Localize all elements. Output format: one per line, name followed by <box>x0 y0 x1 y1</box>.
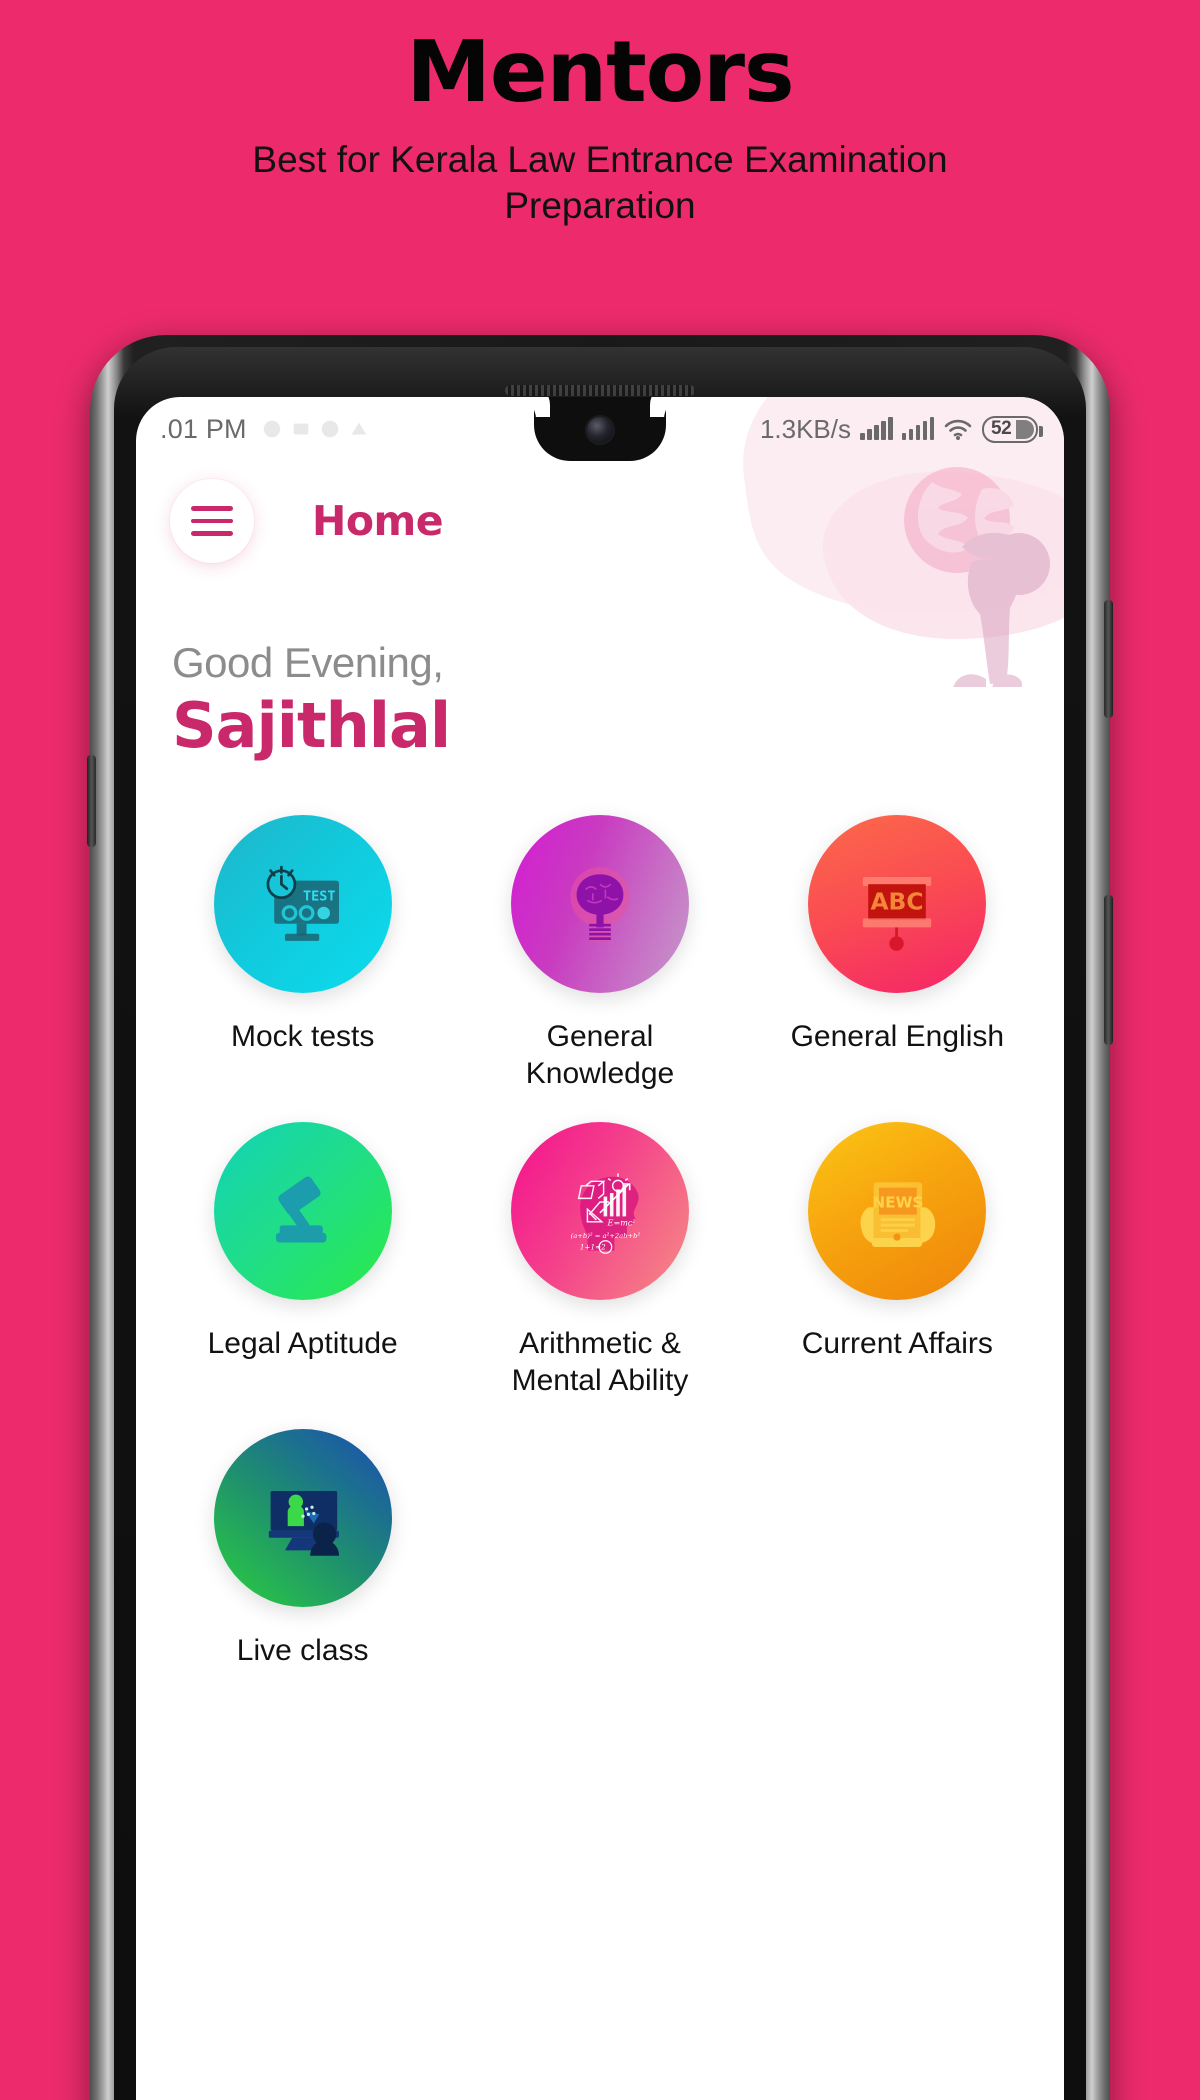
promo-title: Mentors <box>406 23 794 122</box>
menu-line <box>191 518 233 524</box>
menu-line <box>191 531 233 536</box>
grid-item-label: General English <box>790 1020 1005 1053</box>
power-button[interactable] <box>1104 600 1113 718</box>
hamburger-menu-icon[interactable] <box>170 479 254 563</box>
svg-text:NEWS: NEWS <box>873 1194 924 1212</box>
grid-item-label: Live class <box>236 1634 369 1668</box>
category-grid: TEST Mock tests General Knowledge ABC Ge… <box>136 815 1064 1670</box>
app-bar: Home <box>136 461 1064 581</box>
menu-line <box>191 506 233 511</box>
status-time: .01 PM <box>160 413 247 444</box>
abc-board-icon: ABC <box>863 877 932 951</box>
brain-lightbulb-icon <box>570 867 630 942</box>
phone-screen: .01 PM 1.3KB/s 52 Home Good Evening, Saj… <box>136 397 1064 2100</box>
notification-icon <box>321 420 338 438</box>
grid-item-arithmetic-mental-ability[interactable]: E=mc² (a+b)² = a²+2ab+b² 1+1=2 Arithmeti… <box>451 1122 748 1399</box>
sim-tray <box>87 755 96 847</box>
head-math-icon: E=mc² (a+b)² = a²+2ab+b² 1+1=2 <box>571 1173 641 1255</box>
live-class-circle <box>213 1429 392 1608</box>
grid-item-general-knowledge[interactable]: General Knowledge <box>451 815 748 1092</box>
grid-item-label: General Knowledge <box>525 1020 675 1090</box>
notification-icon <box>263 420 280 438</box>
battery-fill <box>1016 419 1034 439</box>
legal-aptitude-circle <box>213 1122 392 1301</box>
wifi-icon <box>944 419 972 440</box>
front-camera-icon <box>587 417 613 443</box>
promo-subtitle: Best for Kerala Law Entrance Examination… <box>252 139 948 226</box>
status-notification-icons <box>261 418 370 440</box>
grid-item-mock-tests[interactable]: TEST Mock tests <box>154 815 451 1092</box>
phone-mockup: .01 PM 1.3KB/s 52 Home Good Evening, Saj… <box>87 335 1113 2100</box>
live-class-monitor-icon <box>268 1491 339 1557</box>
svg-text:E=mc²: E=mc² <box>607 1218 636 1228</box>
notification-icon <box>351 422 367 435</box>
arithmetic-circle: E=mc² (a+b)² = a²+2ab+b² 1+1=2 <box>510 1122 689 1301</box>
greeting-username: Sajithlal <box>172 689 451 762</box>
battery-level-label: 52 <box>991 418 1012 439</box>
earpiece-speaker-icon <box>505 385 695 396</box>
general-knowledge-circle <box>510 815 689 993</box>
grid-item-general-english[interactable]: ABC General English <box>749 815 1046 1092</box>
battery-icon: 52 <box>982 415 1043 443</box>
svg-text:(a+b)² = a²+2ab+b²: (a+b)² = a²+2ab+b² <box>571 1232 641 1240</box>
grid-item-label: Arithmetic & Mental Ability <box>511 1327 689 1397</box>
greeting-block: Good Evening, Sajithlal <box>172 639 451 762</box>
grid-item-label: Mock tests <box>230 1020 375 1053</box>
volume-button[interactable] <box>1104 895 1113 1045</box>
promo-page: Mentors Best for Kerala Law Entrance Exa… <box>0 0 1200 2100</box>
grid-item-current-affairs[interactable]: NEWS Current Affairs <box>749 1122 1046 1399</box>
signal-bars-icon <box>860 417 893 440</box>
monitor-test-timer-icon: TEST <box>266 865 339 941</box>
grid-item-legal-aptitude[interactable]: Legal Aptitude <box>154 1122 451 1399</box>
general-english-circle: ABC <box>808 815 987 993</box>
svg-text:ABC: ABC <box>871 887 924 915</box>
grid-item-label: Current Affairs <box>801 1327 993 1361</box>
grid-item-label: Legal Aptitude <box>207 1327 398 1361</box>
status-right-cluster: 1.3KB/s 52 <box>759 413 1043 445</box>
current-affairs-circle: NEWS <box>808 1122 987 1301</box>
greeting-salutation: Good Evening, <box>172 639 444 686</box>
notification-icon <box>293 423 309 435</box>
mock-tests-circle: TEST <box>213 815 392 993</box>
signal-bars-icon-2 <box>901 417 934 440</box>
gavel-icon <box>275 1176 327 1243</box>
grid-item-live-class[interactable]: Live class <box>154 1429 451 1670</box>
svg-text:TEST: TEST <box>303 888 336 904</box>
news-hands-icon: NEWS <box>860 1182 936 1248</box>
network-speed-label: 1.3KB/s <box>759 413 851 444</box>
svg-text:1+1=2: 1+1=2 <box>580 1243 606 1252</box>
promo-header: Mentors Best for Kerala Law Entrance Exa… <box>0 0 1200 229</box>
page-title: Home <box>312 497 444 545</box>
